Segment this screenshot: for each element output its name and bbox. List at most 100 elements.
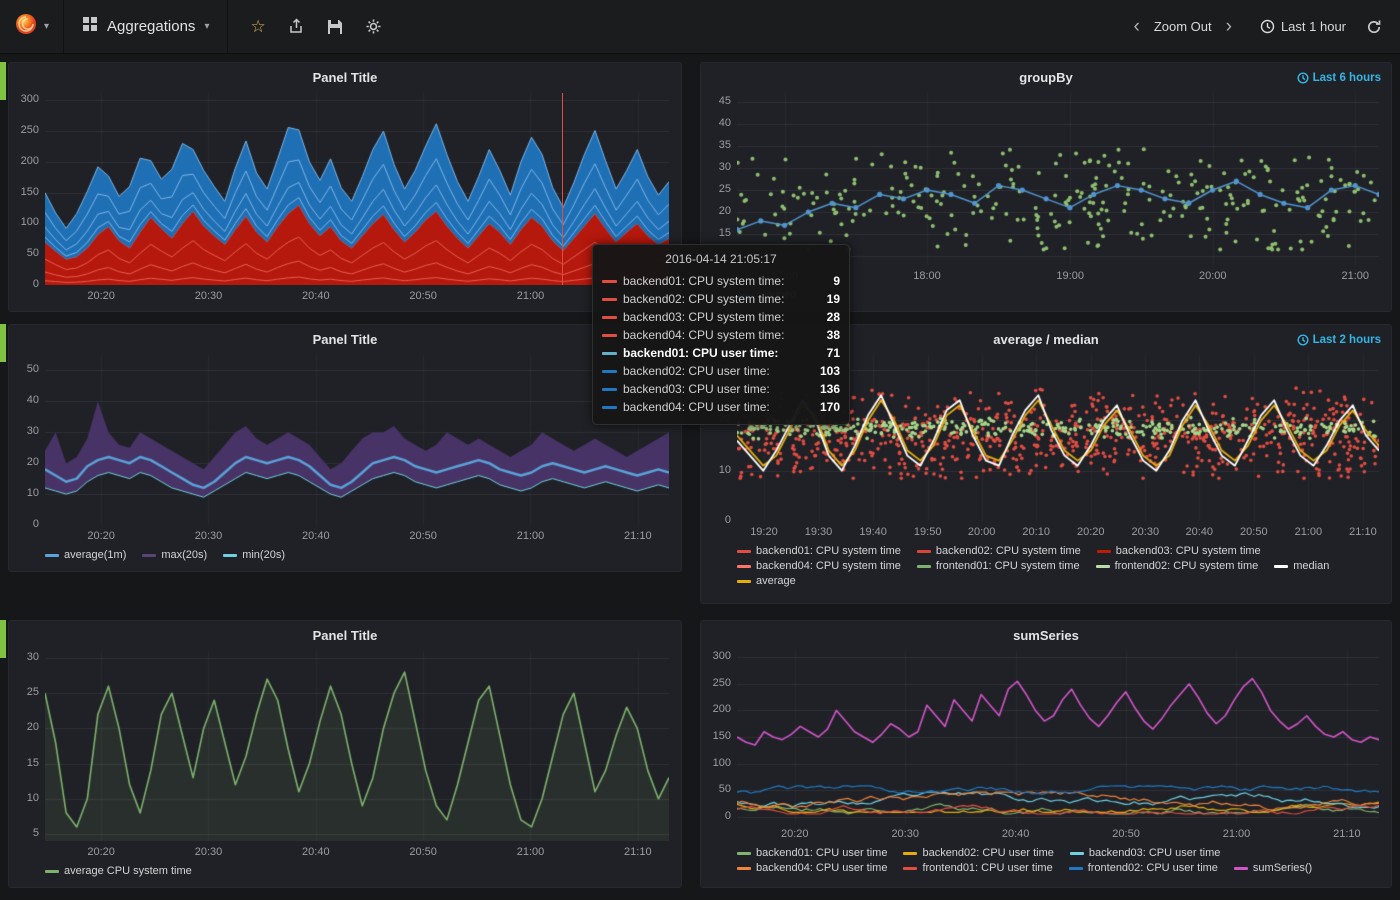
row-toggle[interactable] [0, 62, 6, 100]
panel-title[interactable]: Panel Title [9, 63, 681, 93]
plot-canvas[interactable] [737, 651, 1379, 823]
series-color-swatch [1096, 565, 1110, 568]
series-color-swatch [1234, 867, 1248, 870]
x-axis-tick: 20:30 [185, 846, 231, 858]
clock-icon [1260, 19, 1275, 34]
y-axis-tick: 200 [701, 703, 731, 715]
legend-item[interactable]: sumSeries() [1234, 862, 1312, 874]
series-color-swatch [602, 352, 617, 355]
clock-icon [1297, 334, 1309, 346]
tooltip-series-label: backend01: CPU user time: [623, 344, 778, 362]
tooltip-series-label: backend04: CPU user time: [623, 398, 770, 416]
legend-label: backend01: CPU system time [756, 545, 901, 557]
tooltip-series-row: backend01: CPU system time:9 [602, 272, 840, 290]
time-override-label: Last 2 hours [1313, 334, 1381, 346]
navbar: ▾ Aggregations ▾ ☆ [0, 0, 1400, 54]
legend-label: sumSeries() [1253, 862, 1312, 874]
save-dashboard-button[interactable] [327, 19, 343, 35]
legend-item[interactable]: min(20s) [223, 549, 285, 561]
legend-label: min(20s) [242, 549, 285, 561]
tooltip-series-row: backend02: CPU system time:19 [602, 290, 840, 308]
legend-item[interactable]: frontend01: CPU user time [903, 862, 1052, 874]
legend-item[interactable]: average(1m) [45, 549, 126, 561]
y-axis-tick: 300 [9, 93, 39, 105]
time-range-picker[interactable]: Last 1 hour [1260, 19, 1346, 34]
time-forward-chevron[interactable]: › [1224, 17, 1234, 36]
legend-item[interactable]: backend04: CPU user time [737, 862, 887, 874]
series-color-swatch [903, 867, 917, 870]
legend-item[interactable]: frontend01: CPU system time [917, 560, 1080, 572]
series-color-swatch [1070, 852, 1084, 855]
x-axis-tick: 19:20 [741, 526, 787, 538]
tooltip-series-label: backend02: CPU user time: [623, 362, 770, 380]
legend-label: average CPU system time [64, 865, 192, 877]
panel-title[interactable]: sumSeries [701, 621, 1391, 651]
series-color-swatch [1097, 550, 1111, 553]
dashboard-caret-icon: ▾ [204, 21, 209, 32]
row-toggle[interactable] [0, 324, 6, 362]
tooltip-series-label: backend03: CPU system time: [623, 308, 784, 326]
plot-canvas[interactable] [45, 93, 669, 285]
legend-label: backend03: CPU user time [1089, 847, 1220, 859]
graph-hover-tooltip: 2016-04-14 21:05:17 backend01: CPU syste… [592, 244, 850, 425]
y-axis-tick: 200 [9, 155, 39, 167]
series-color-swatch [602, 370, 617, 373]
y-axis-tick: 0 [9, 518, 39, 530]
plot-canvas[interactable] [45, 651, 669, 841]
legend-item[interactable]: max(20s) [142, 549, 207, 561]
y-axis-tick: 50 [9, 247, 39, 259]
x-axis-tick: 19:00 [1047, 270, 1093, 282]
panel-title[interactable]: groupBy [701, 63, 1391, 93]
settings-gear-icon[interactable] [365, 18, 382, 35]
refresh-button[interactable] [1366, 19, 1382, 35]
x-axis-tick: 20:40 [993, 828, 1039, 840]
zoom-out-button[interactable]: Zoom Out [1154, 19, 1212, 34]
legend-label: median [1293, 560, 1329, 572]
y-axis-tick: 20 [9, 456, 39, 468]
grafana-logo-menu[interactable]: ▾ [0, 0, 64, 53]
y-axis-tick: 50 [701, 783, 731, 795]
dashboard-picker[interactable]: Aggregations ▾ [64, 0, 228, 53]
x-axis-tick: 21:00 [507, 290, 553, 302]
legend-item[interactable]: frontend02: CPU system time [1096, 560, 1259, 572]
series-color-swatch [1069, 867, 1083, 870]
legend-item[interactable]: backend03: CPU user time [1070, 847, 1220, 859]
share-dashboard-button[interactable] [288, 18, 305, 35]
time-back-chevron[interactable]: ‹ [1132, 17, 1142, 36]
legend-item[interactable]: backend03: CPU system time [1097, 545, 1261, 557]
legend-item[interactable]: backend01: CPU user time [737, 847, 887, 859]
panel-legend: average(1m) max(20s) min(20s) [45, 549, 673, 561]
panel-avg-max-min: Panel Title average(1m)max(20s)min(20s) … [8, 324, 682, 572]
x-axis-tick: 21:10 [615, 846, 661, 858]
tooltip-series-value: 136 [820, 380, 840, 398]
legend-item[interactable]: median [1274, 560, 1329, 572]
x-axis-tick: 21:00 [1332, 270, 1378, 282]
y-axis-tick: 10 [9, 792, 39, 804]
legend-item[interactable]: backend04: CPU system time [737, 560, 901, 572]
tooltip-rows: backend01: CPU system time:9backend02: C… [602, 272, 840, 416]
panel-title[interactable]: Panel Title [9, 325, 681, 355]
x-axis-tick: 20:20 [1068, 526, 1114, 538]
panel-time-override[interactable]: Last 2 hours [1297, 325, 1381, 355]
series-color-swatch [602, 298, 617, 301]
tooltip-series-label: backend04: CPU system time: [623, 326, 784, 344]
y-axis-tick: 250 [9, 124, 39, 136]
row-toggle[interactable] [0, 620, 6, 658]
x-axis-tick: 20:40 [293, 530, 339, 542]
time-range-label: Last 1 hour [1281, 19, 1346, 34]
plot-canvas[interactable] [45, 355, 669, 525]
legend-item[interactable]: frontend02: CPU user time [1069, 862, 1218, 874]
star-dashboard-button[interactable]: ☆ [250, 17, 265, 37]
y-axis-tick: 10 [9, 487, 39, 499]
legend-item[interactable]: backend02: CPU user time [903, 847, 1053, 859]
panel-title[interactable]: Panel Title [9, 621, 681, 651]
y-axis-tick: 40 [701, 117, 731, 129]
legend-item[interactable]: backend02: CPU system time [917, 545, 1081, 557]
legend-item[interactable]: average [737, 575, 796, 587]
legend-item[interactable]: backend01: CPU system time [737, 545, 901, 557]
panel-average-cpu: Panel Title average CPU system time 5101… [8, 620, 682, 888]
panel-time-override[interactable]: Last 6 hours [1297, 63, 1381, 93]
plot-canvas[interactable] [737, 93, 1379, 265]
x-axis-tick: 20:00 [959, 526, 1005, 538]
legend-item[interactable]: average CPU system time [45, 865, 192, 877]
